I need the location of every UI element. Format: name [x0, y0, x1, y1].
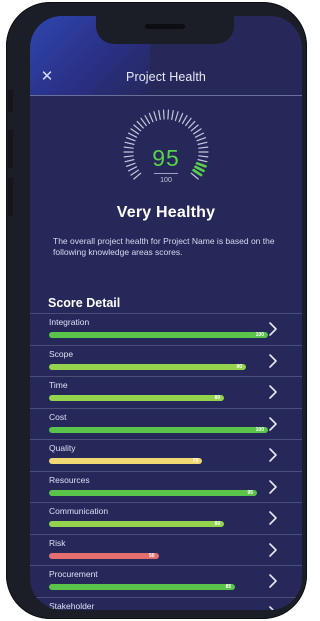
score-row-label: Procurement	[49, 569, 98, 579]
score-bar-value: 95	[247, 489, 254, 496]
chevron-right-icon[interactable]	[266, 510, 280, 526]
score-row-time[interactable]: Time 80	[30, 376, 302, 408]
volume-down-button	[8, 178, 13, 216]
gauge-tick	[153, 111, 158, 121]
score-row-label: Quality	[49, 443, 76, 453]
score-row-label: Resources	[49, 474, 90, 485]
score-bar-fill: 80	[49, 395, 225, 401]
speaker-grille	[145, 24, 185, 29]
chevron-right-icon[interactable]	[266, 605, 280, 611]
score-row-stakeholder[interactable]: Stakeholder80	[30, 596, 302, 611]
mute-switch	[8, 90, 13, 112]
score-bar-track: 95	[49, 489, 268, 496]
health-score: 95	[152, 145, 180, 171]
score-detail-list: Integration 100 Scope 90 Time 80 Cost 100 Qualit…	[30, 313, 302, 610]
gauge-tick	[181, 115, 188, 125]
score-row-label: Stakeholder	[49, 600, 95, 611]
chevron-right-icon[interactable]	[266, 542, 280, 558]
score-bar-value: 50	[148, 552, 155, 559]
score-bar-fill: 100	[49, 426, 268, 433]
score-bar-fill: 80	[49, 521, 225, 527]
phone-notch	[96, 16, 234, 44]
app-screen: ✕ Project Health 95 100 Very Healthy The…	[30, 16, 302, 610]
score-bar-value: 100	[255, 332, 264, 338]
gauge-tick	[140, 117, 147, 127]
score-bar-track: 50	[49, 552, 268, 559]
page-title: Project Health	[126, 70, 206, 84]
gauge-tick	[133, 124, 142, 132]
score-row-procurement[interactable]: Procurement 85	[30, 565, 302, 597]
score-row-cost[interactable]: Cost 100	[30, 407, 302, 440]
gauge-tick	[185, 117, 192, 127]
score-bar-track: 85	[49, 584, 268, 590]
gauge-tick	[167, 109, 170, 120]
chevron-right-icon[interactable]	[266, 353, 280, 369]
score-bar-track: 90	[49, 363, 268, 370]
chevron-right-icon[interactable]	[266, 321, 280, 337]
gauge-tick	[178, 112, 184, 123]
score-bar-track: 80	[49, 395, 268, 401]
gauge-tick	[174, 111, 179, 121]
gauge-tick	[188, 120, 196, 129]
chevron-right-icon[interactable]	[266, 479, 280, 495]
gauge-tick	[194, 132, 205, 138]
gauge-tick	[162, 109, 165, 120]
score-bar-track: 100	[49, 332, 268, 338]
gauge-tick	[136, 120, 144, 129]
score-bar-value: 90	[236, 363, 243, 370]
health-status-label: Very Healthy	[116, 204, 216, 221]
score-row-integration[interactable]: Integration 100	[30, 313, 302, 345]
app-header: ✕ Project Health	[30, 68, 302, 96]
score-bar-fill: 90	[49, 363, 247, 370]
score-detail-title: Score Detail	[48, 296, 121, 310]
score-row-resources[interactable]: Resources 95	[30, 470, 302, 503]
score-bar-track: 70	[49, 458, 268, 464]
health-score-max: 100	[160, 177, 172, 184]
score-row-risk[interactable]: Risk 50	[30, 533, 302, 566]
gauge-tick	[190, 124, 199, 132]
score-row-label: Risk	[49, 537, 66, 548]
score-bar-value: 85	[225, 584, 232, 590]
chevron-right-icon[interactable]	[266, 447, 280, 463]
gauge-tick	[130, 128, 140, 135]
header-divider	[30, 95, 302, 96]
health-description: The overall project health for Project N…	[53, 236, 275, 257]
volume-up-button	[8, 130, 13, 168]
score-bar-fill: 70	[49, 458, 203, 464]
score-row-label: Scope	[49, 348, 74, 359]
score-row-quality[interactable]: Quality 70	[30, 439, 302, 471]
gauge-tick	[125, 137, 136, 142]
gauge-tick	[144, 115, 151, 125]
phone-frame: ✕ Project Health 95 100 Very Healthy The…	[6, 2, 307, 619]
chevron-right-icon[interactable]	[266, 384, 280, 400]
score-bar-value: 70	[192, 458, 199, 464]
score-bar-value: 80	[214, 395, 221, 401]
score-bar-fill: 85	[49, 584, 236, 590]
score-bar-value: 100	[255, 426, 264, 433]
score-bar-track: 100	[49, 426, 268, 433]
score-separator	[154, 173, 178, 174]
score-row-label: Communication	[49, 506, 109, 516]
score-row-label: Integration	[49, 317, 90, 327]
chevron-right-icon[interactable]	[266, 573, 280, 589]
score-bar-track: 80	[49, 521, 268, 527]
gauge-tick	[196, 137, 207, 142]
score-row-label: Cost	[49, 411, 67, 422]
score-bar-fill: 50	[49, 552, 159, 559]
gauge-tick	[148, 112, 154, 123]
score-bar-fill: 95	[49, 489, 258, 496]
gauge-tick	[158, 110, 161, 121]
score-row-communication[interactable]: Communication 80	[30, 502, 302, 534]
chevron-right-icon[interactable]	[266, 416, 280, 432]
score-row-label: Time	[49, 380, 68, 390]
gauge-tick	[127, 132, 138, 138]
score-row-scope[interactable]: Scope 90	[30, 344, 302, 377]
score-bar-fill: 100	[49, 332, 268, 338]
score-bar-value: 80	[214, 521, 221, 527]
gauge-tick	[171, 110, 174, 121]
gauge-tick	[192, 128, 202, 135]
